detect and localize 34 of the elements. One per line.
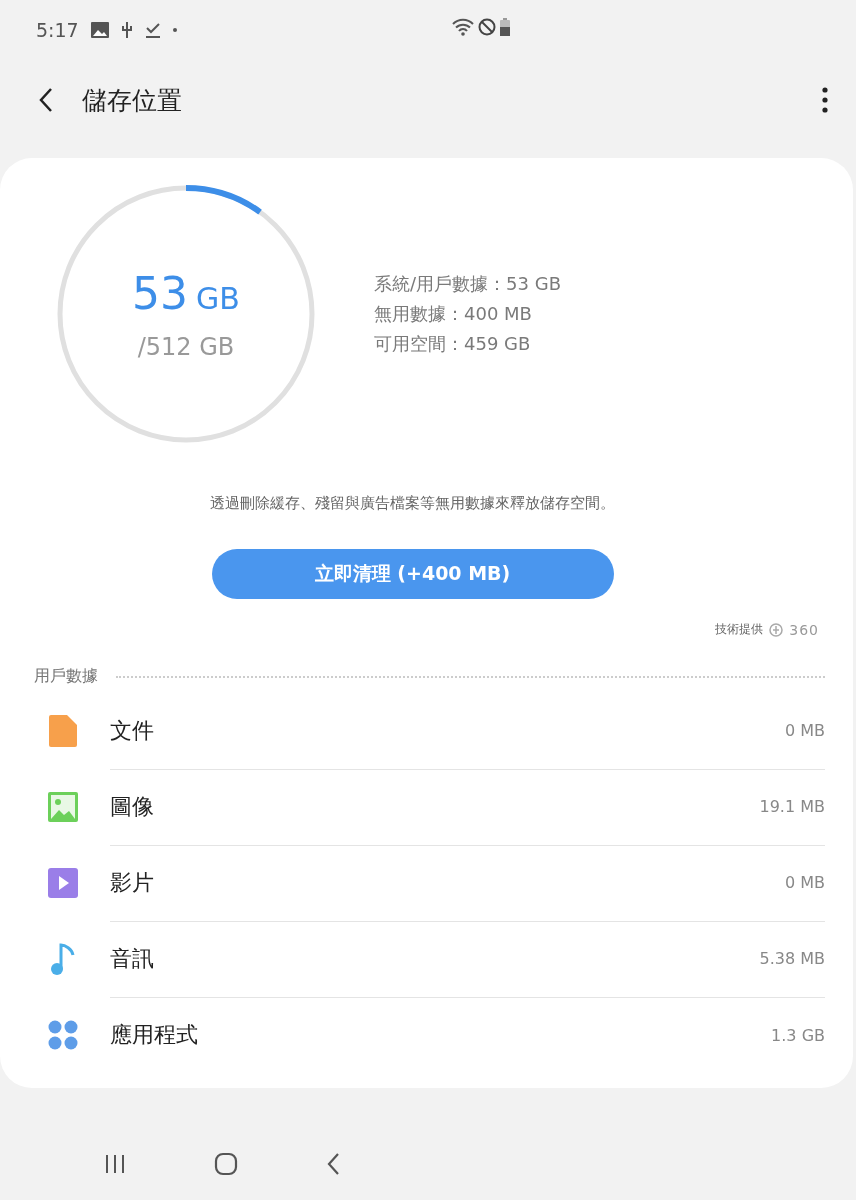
category-label[interactable]: 應用程式	[110, 1020, 772, 1050]
recent-apps-icon	[104, 1154, 126, 1174]
page-title: 儲存位置	[82, 84, 183, 117]
image-icon	[90, 22, 109, 38]
category-size: 1.3 GB	[771, 1025, 825, 1045]
total-capacity: /512 GB	[137, 332, 235, 361]
home-icon	[214, 1152, 238, 1176]
status-time: 5:17	[36, 19, 79, 41]
category-size: 19.1 MB	[759, 797, 825, 816]
dot-icon	[172, 28, 177, 32]
storage-detail: 系統/用戶數據：53 GB	[374, 272, 561, 296]
wifi-icon	[452, 18, 474, 36]
back-icon	[326, 1152, 340, 1176]
usb-icon	[120, 21, 133, 39]
category-label[interactable]: 音訊	[110, 943, 760, 974]
category-label[interactable]: 圖像	[110, 791, 760, 822]
category-size: 5.38 MB	[759, 949, 825, 968]
back-icon	[38, 87, 54, 113]
brand-logo: 360	[789, 621, 819, 638]
credit-label: 技術提供	[715, 621, 764, 638]
section-title: 用戶數據	[34, 666, 98, 687]
category-size: 0 MB	[784, 721, 825, 740]
used-unit: GB	[196, 280, 240, 316]
description-text: 透過刪除緩存、殘留與廣告檔案等無用數據來釋放儲存空間。	[209, 494, 616, 513]
battery-icon	[500, 18, 510, 36]
download-done-icon	[144, 22, 161, 38]
category-label[interactable]: 文件	[110, 715, 785, 746]
more-options-icon	[822, 87, 828, 113]
category-size: 0 MB	[784, 873, 825, 892]
used-amount: 53	[132, 267, 189, 319]
storage-detail: 可用空間：459 GB	[374, 332, 532, 356]
category-label[interactable]: 影片	[110, 867, 785, 898]
storage-detail: 無用數據：400 MB	[374, 302, 533, 326]
do-not-disturb-icon	[478, 18, 496, 36]
